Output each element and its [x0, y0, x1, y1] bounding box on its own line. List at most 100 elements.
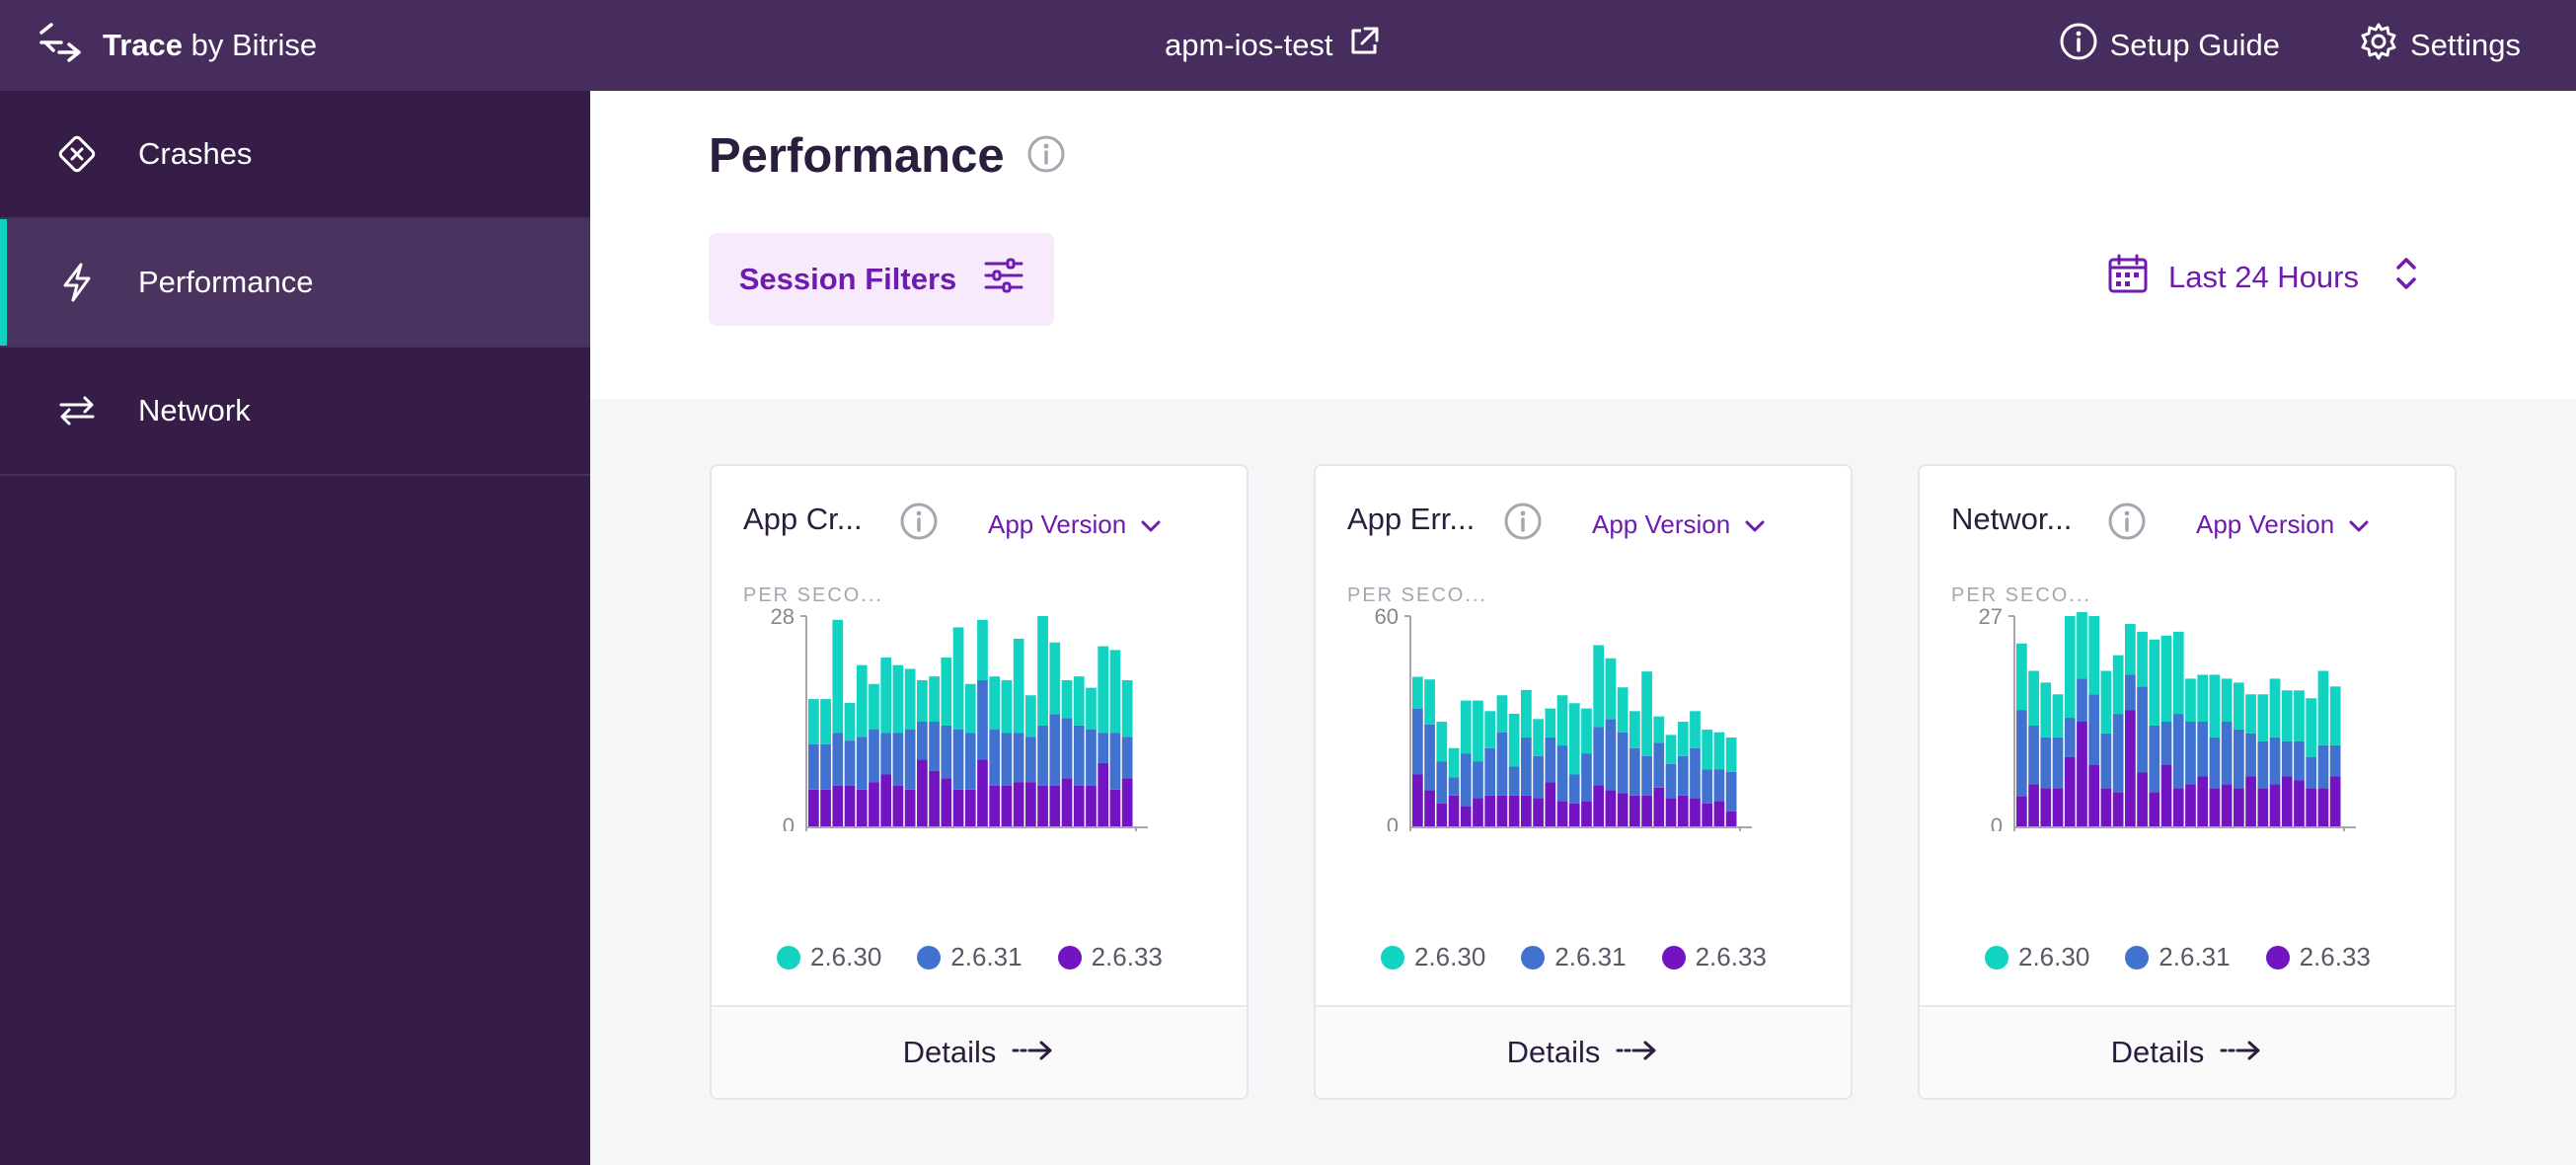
chart-bar-segment: [2234, 682, 2244, 730]
chart-bar-segment: [1521, 689, 1532, 738]
chart-bar-segment: [1690, 798, 1701, 827]
chart-bar-segment: [1013, 782, 1024, 827]
info-icon[interactable]: [899, 502, 939, 546]
app-version-dropdown[interactable]: App Version: [2196, 509, 2370, 540]
setup-guide-button[interactable]: Setup Guide: [2059, 22, 2280, 69]
legend-item: 2.6.31: [2125, 942, 2231, 972]
chart-bar-segment: [1448, 795, 1460, 827]
chart-bar-segment: [1556, 695, 1568, 746]
legend-label: 2.6.30: [810, 942, 882, 971]
chart-bar-segment: [1484, 747, 1496, 796]
chart-bar-segment: [2016, 643, 2027, 711]
chart-bar-segment: [917, 759, 928, 827]
chart-bar-segment: [2040, 737, 2052, 789]
calendar-icon: [2107, 253, 2149, 302]
chart-bar-segment: [2077, 722, 2087, 827]
chart-bar-segment: [2281, 776, 2293, 827]
chart-bar-segment: [1556, 745, 1568, 802]
crash-diamond-icon: [55, 132, 99, 176]
chart-bar-segment: [832, 785, 844, 827]
chart-bar-segment: [2149, 639, 2160, 726]
chart-bar-segment: [1581, 708, 1592, 754]
project-name: apm-ios-test: [1165, 28, 1333, 62]
stacked-bar-chart: 160012:0012:00: [1375, 604, 1752, 831]
chart-bar-segment: [977, 759, 988, 827]
gear-icon: [2359, 22, 2398, 69]
app-version-label: App Version: [1592, 509, 1731, 539]
chart-bar-segment: [917, 679, 928, 722]
chart-bar-segment: [2112, 714, 2124, 793]
app-version-label: App Version: [2196, 509, 2335, 539]
chart-bar-segment: [2160, 722, 2172, 765]
chart-bar-segment: [1424, 724, 1435, 791]
card-title: App Cr...: [743, 502, 863, 536]
stacked-bar-chart: 27012:0012:00: [1979, 604, 2356, 831]
chart-bar-segment: [2234, 788, 2244, 827]
legend-label: 2.6.33: [1091, 942, 1163, 971]
card-app-crashes: App Cr... PER SECO... App Version 28012:…: [710, 464, 1249, 1100]
legend-dot: [917, 945, 942, 970]
details-button[interactable]: Details: [712, 1005, 1247, 1098]
chart-bar-segment: [904, 729, 916, 790]
project-link[interactable]: apm-ios-test: [1165, 20, 1381, 71]
chart-bar-segment: [2100, 733, 2112, 789]
chart-bar-segment: [1109, 789, 1121, 827]
sidebar-item-crashes[interactable]: Crashes: [0, 91, 590, 219]
chart-bar-segment: [1508, 795, 1520, 827]
chart-bar-segment: [2172, 714, 2184, 789]
sidebar-item-network[interactable]: Network: [0, 348, 590, 476]
chart-bar-segment: [2257, 788, 2269, 827]
chart-bar-segment: [1533, 798, 1544, 827]
brand[interactable]: Trace by Bitrise: [36, 20, 317, 71]
session-filters-button[interactable]: Session Filters: [709, 233, 1054, 326]
chart-bar-segment: [1556, 801, 1568, 827]
chart-bar-segment: [1073, 785, 1085, 827]
sidebar-item-performance[interactable]: Performance: [0, 219, 590, 348]
chart-bar-segment: [1460, 806, 1472, 827]
details-button[interactable]: Details: [1920, 1005, 2455, 1098]
sliders-icon: [984, 258, 1023, 301]
info-icon[interactable]: [1503, 502, 1543, 546]
chart-bar-segment: [1581, 801, 1592, 827]
info-icon[interactable]: [1026, 134, 1066, 179]
chart-bar-segment: [1121, 778, 1133, 827]
legend-dot: [2125, 945, 2150, 970]
legend-dot: [1381, 945, 1404, 970]
chart-bar-segment: [2317, 788, 2329, 827]
chart-bar-segment: [1593, 785, 1605, 827]
app-version-dropdown[interactable]: App Version: [988, 509, 1162, 540]
app-version-dropdown[interactable]: App Version: [1592, 509, 1766, 540]
chart-bar-segment: [977, 619, 988, 680]
top-bar: Trace by Bitrise apm-ios-test Setup Guid…: [0, 0, 2576, 91]
chart-bar-segment: [1653, 787, 1665, 828]
date-range-select[interactable]: Last 24 Hours: [2107, 253, 2418, 302]
chart-bar-segment: [2306, 788, 2317, 827]
chart-bar-segment: [1629, 795, 1640, 827]
chart-bar-segment: [1690, 711, 1701, 748]
chart-bar-segment: [2040, 682, 2052, 738]
chart-bar-segment: [1460, 700, 1472, 754]
chart-bar-segment: [2040, 788, 2052, 827]
chart-bar-segment: [2306, 756, 2317, 789]
chart-bar-segment: [952, 627, 964, 730]
legend-dot: [1521, 945, 1546, 970]
chart-bar-segment: [844, 785, 856, 827]
legend-dot: [1057, 945, 1082, 970]
chart-bar-segment: [2221, 678, 2233, 722]
chart-bar-segment: [2317, 670, 2329, 745]
chart-bar-segment: [2294, 690, 2305, 741]
chart-bar-segment: [2306, 698, 2317, 757]
info-icon[interactable]: [2107, 502, 2147, 546]
settings-button[interactable]: Settings: [2359, 22, 2521, 69]
chart-bar-segment: [2137, 772, 2148, 827]
chart-bar-segment: [1665, 798, 1677, 827]
chart-bar-segment: [1473, 761, 1483, 799]
chart-bar-segment: [964, 733, 976, 790]
chart-bar-segment: [1496, 795, 1508, 827]
chart-bar-segment: [1025, 782, 1036, 827]
chart-bar-segment: [2052, 788, 2064, 827]
details-button[interactable]: Details: [1316, 1005, 1851, 1098]
legend-item: 2.6.30: [777, 942, 881, 972]
chart-bar-segment: [2088, 694, 2100, 765]
chart-bar-segment: [880, 774, 892, 827]
